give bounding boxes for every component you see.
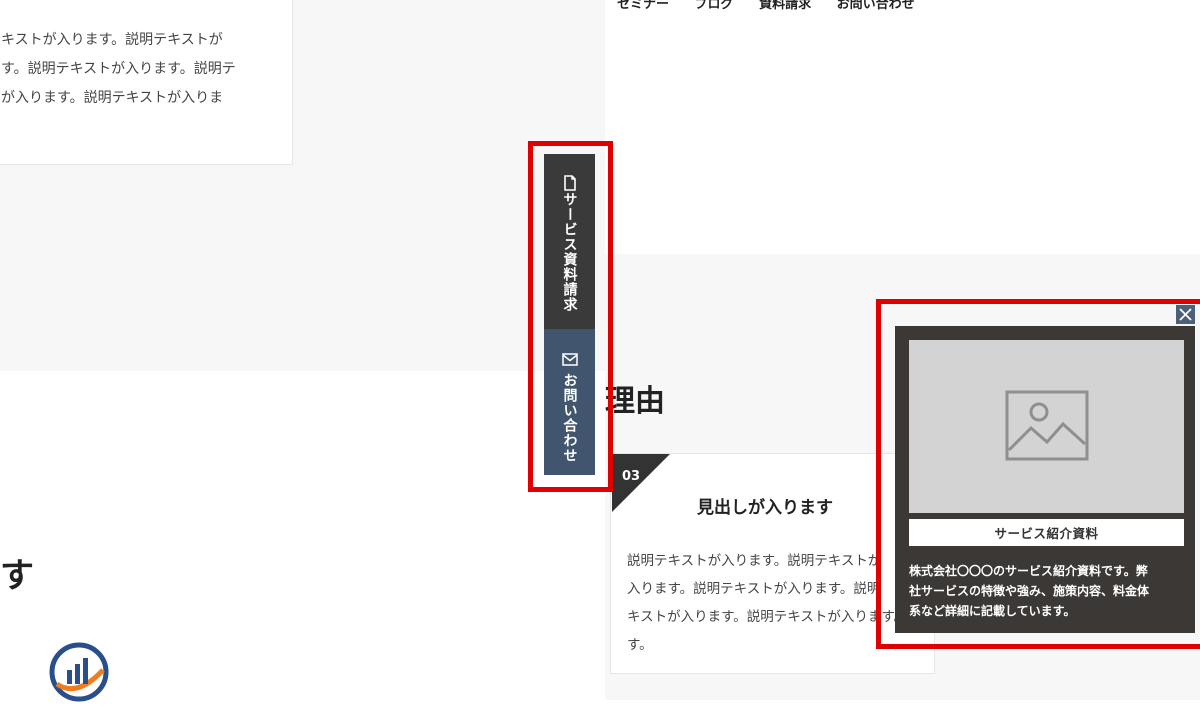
side-buttons-highlight xyxy=(528,141,613,492)
left-card-line: が入ります。説明テキストが入りま xyxy=(1,90,224,106)
nav-item-blog[interactable]: ブログ xyxy=(695,0,734,12)
left-text-card: キストが入ります。説明テキストが す。説明テキストが入ります。説明テ が入ります… xyxy=(0,0,293,165)
card-body-line: 入ります。説明テキストが入ります。説明 xyxy=(627,581,881,597)
card-body-line: キストが入ります。説明テキストが入ります。 xyxy=(627,609,907,625)
popup-highlight xyxy=(876,299,1200,649)
nav-item-seminar[interactable]: セミナー xyxy=(617,0,669,12)
company-logo xyxy=(47,640,111,704)
left-card-text: キストが入ります。説明テキストが す。説明テキストが入ります。説明テ が入ります… xyxy=(1,26,286,113)
card-number-badge xyxy=(612,454,670,512)
card-body-line: 説明テキストが入ります。説明テキストが xyxy=(627,553,882,569)
top-navigation: セミナー ブログ 資料請求 お問い合わせ xyxy=(617,0,936,12)
card-heading: 見出しが入ります xyxy=(697,498,833,518)
left-card-line: す。説明テキストが入ります。説明テ xyxy=(1,61,236,77)
nav-item-contact[interactable]: お問い合わせ xyxy=(837,0,915,12)
section-heading-fragment: 理由 xyxy=(605,384,665,419)
nav-item-document-request[interactable]: 資料請求 xyxy=(759,0,811,12)
left-card-line: キストが入ります。説明テキストが xyxy=(1,32,223,48)
card-number: 03 xyxy=(622,469,641,484)
card-body-line: す。 xyxy=(627,637,653,653)
left-heading-fragment: す xyxy=(0,556,34,596)
card-body-text: 説明テキストが入ります。説明テキストが 入ります。説明テキストが入ります。説明 … xyxy=(627,547,907,659)
